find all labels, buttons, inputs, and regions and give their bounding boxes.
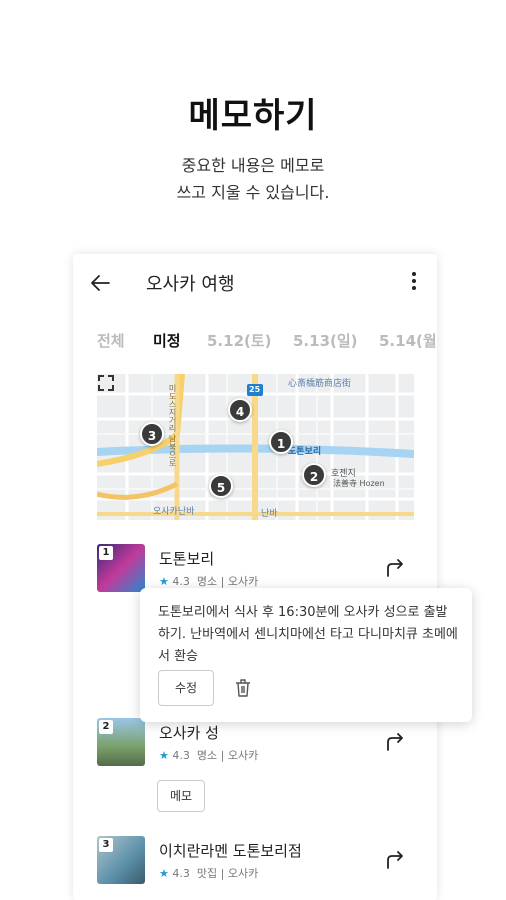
map-pin-1[interactable]: 1	[269, 430, 293, 454]
place-number: 3	[99, 838, 113, 852]
day-tabs: 전체 미정 5.12(토) 5.13(일) 5.14(월)	[73, 330, 437, 360]
place-category: 맛집	[196, 867, 218, 880]
place-name: 도톤보리	[159, 550, 215, 568]
place-rating: 4.3	[172, 749, 190, 762]
map-pin-5[interactable]: 5	[209, 474, 233, 498]
place-area: 오사카	[227, 575, 259, 588]
hero-section: 메모하기	[0, 88, 506, 137]
star-icon: ★	[159, 749, 169, 762]
place-area: 오사카	[227, 867, 259, 880]
fullscreen-icon[interactable]	[97, 374, 115, 392]
place-thumbnail: 3	[97, 836, 145, 884]
place-meta: ★ 4.3 명소 | 오사카	[159, 575, 259, 588]
hero-title-text: 메모하기	[188, 96, 318, 136]
directions-icon[interactable]	[383, 848, 407, 872]
memo-text: 도톤보리에서 식사 후 16:30분에 오사카 성으로 출발하기. 난바역에서 …	[158, 605, 458, 664]
map-label-namba: 난바	[261, 509, 278, 519]
map-pin-4[interactable]: 4	[228, 398, 252, 422]
place-item[interactable]: 3 이치란라멘 도톤보리점 ★ 4.3 맛집 | 오사카	[97, 836, 413, 888]
place-meta: ★ 4.3 맛집 | 오사카	[159, 867, 259, 880]
map-label-road-number: 25	[249, 385, 261, 394]
map-label-namba-station: 오사카난바	[153, 507, 195, 517]
map-label-hozenji-sub: 法善寺 Hozen	[333, 479, 385, 488]
place-rating: 4.3	[172, 867, 190, 880]
tab-undecided[interactable]: 미정	[153, 330, 181, 351]
tab-day-5-12[interactable]: 5.12(토)	[207, 330, 272, 351]
directions-icon[interactable]	[383, 556, 407, 580]
hero-subtitle-line1: 중요한 내용은 메모로	[181, 156, 325, 175]
place-name: 이치란라멘 도톤보리점	[159, 842, 302, 860]
map-label-street: 미도스지거리 남북으로	[168, 384, 177, 467]
trip-title: 오사카 여행	[146, 274, 235, 295]
place-meta: ★ 4.3 명소 | 오사카	[159, 749, 259, 762]
place-number: 2	[99, 720, 113, 734]
place-category: 명소	[196, 749, 218, 762]
place-name: 오사카 성	[159, 724, 219, 742]
memo-button[interactable]: 메모	[157, 780, 205, 812]
hero-subtitle: 중요한 내용은 메모로 쓰고 지울 수 있습니다.	[0, 152, 506, 206]
map-label-dotonbori: 도톤보리	[288, 447, 322, 457]
map-label-shinsaibashi: 心斎橋筋商店街	[288, 379, 352, 389]
star-icon: ★	[159, 867, 169, 880]
place-area: 오사카	[227, 749, 259, 762]
map-view[interactable]: 心斎橋筋商店街 25 도톤보리 호젠지 法善寺 Hozen 오사카난바 난바 미…	[97, 374, 414, 520]
memo-popup: 도톤보리에서 식사 후 16:30분에 오사카 성으로 출발하기. 난바역에서 …	[140, 588, 472, 722]
place-thumbnail: 1	[97, 544, 145, 592]
hero-title: 메모하기	[180, 88, 326, 137]
trash-icon[interactable]	[234, 678, 252, 698]
back-arrow-icon[interactable]	[89, 272, 111, 294]
more-vertical-icon[interactable]	[411, 272, 417, 292]
place-thumbnail: 2	[97, 718, 145, 766]
tab-day-5-14[interactable]: 5.14(월)	[379, 330, 437, 351]
map-streets	[97, 374, 414, 520]
top-bar: 오사카 여행	[73, 254, 437, 312]
place-rating: 4.3	[172, 575, 190, 588]
map-pin-2[interactable]: 2	[302, 463, 326, 487]
tab-all[interactable]: 전체	[97, 330, 125, 351]
place-number: 1	[99, 546, 113, 560]
map-pin-3[interactable]: 3	[140, 422, 164, 446]
star-icon: ★	[159, 575, 169, 588]
edit-memo-button[interactable]: 수정	[158, 670, 214, 706]
place-category: 명소	[196, 575, 218, 588]
phone-screen: 오사카 여행 전체 미정 5.12(토) 5.13(일) 5.14(월)	[73, 254, 437, 900]
tab-day-5-13[interactable]: 5.13(일)	[293, 330, 358, 351]
hero-subtitle-line2: 쓰고 지울 수 있습니다.	[176, 183, 330, 202]
directions-icon[interactable]	[383, 730, 407, 754]
place-item[interactable]: 2 오사카 성 ★ 4.3 명소 | 오사카	[97, 718, 413, 770]
